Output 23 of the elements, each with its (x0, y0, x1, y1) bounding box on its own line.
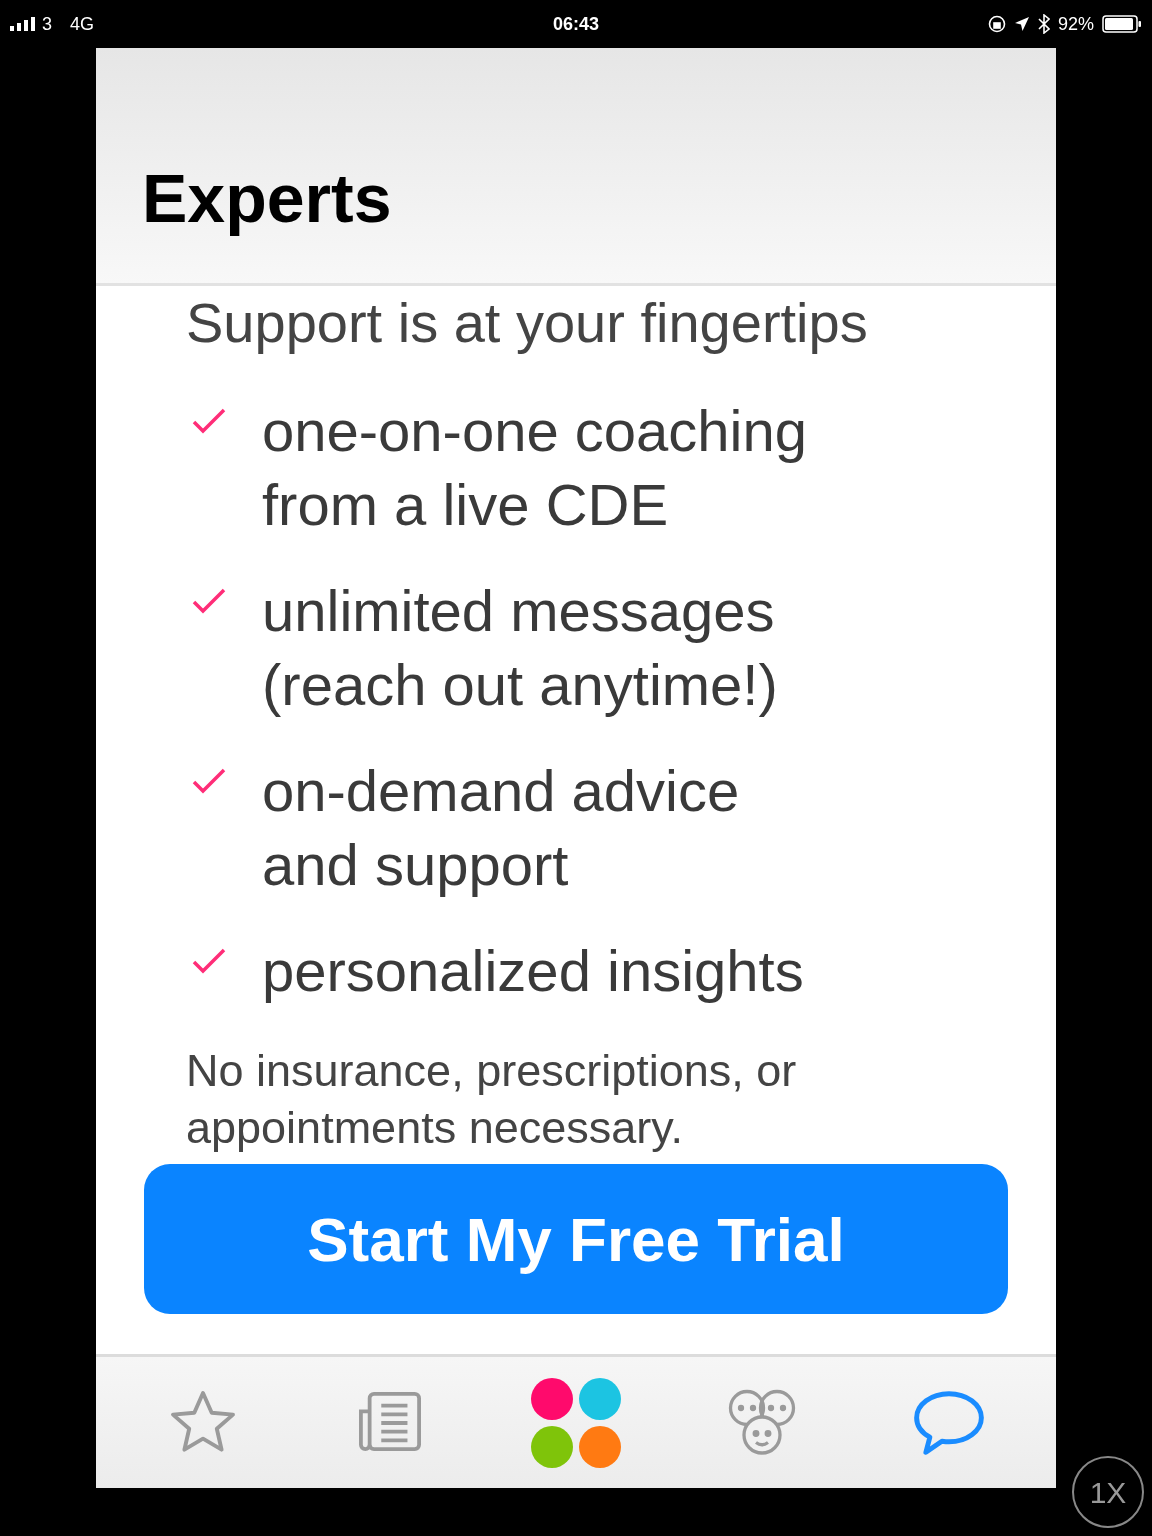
feature-text: unlimited messages (reach out anytime!) (262, 577, 779, 719)
chat-icon[interactable] (911, 1388, 986, 1457)
location-arrow-icon (1013, 16, 1030, 32)
checkmark-icon (192, 948, 226, 974)
bluetooth-icon (1037, 14, 1050, 34)
zoom-badge[interactable]: 1X (1072, 1456, 1144, 1528)
start-trial-button[interactable]: Start My Free Trial (144, 1164, 1008, 1314)
feature-text: personalized insights (262, 937, 805, 1005)
battery-icon (1102, 15, 1142, 33)
clock-time: 06:43 (552, 12, 599, 36)
checkmark-icon (192, 768, 226, 794)
subtitle: Support is at your fingertips (186, 290, 869, 356)
feature-text: one-on-one coaching from a live CDE (262, 397, 808, 539)
checkmark-icon (192, 588, 226, 614)
checkmark-icon (192, 408, 226, 434)
carrier-label: 3 (42, 12, 52, 36)
network-label: 4G (70, 12, 95, 36)
note-text: No insurance, prescriptions, or appointments necessary. (186, 1044, 798, 1155)
rotation-lock-icon (987, 15, 1006, 33)
signal-icon (10, 17, 36, 31)
feature-text: on-demand advice and support (262, 757, 741, 899)
battery-percent: 92% (1057, 12, 1094, 36)
four-dots-icon[interactable] (529, 1376, 622, 1469)
